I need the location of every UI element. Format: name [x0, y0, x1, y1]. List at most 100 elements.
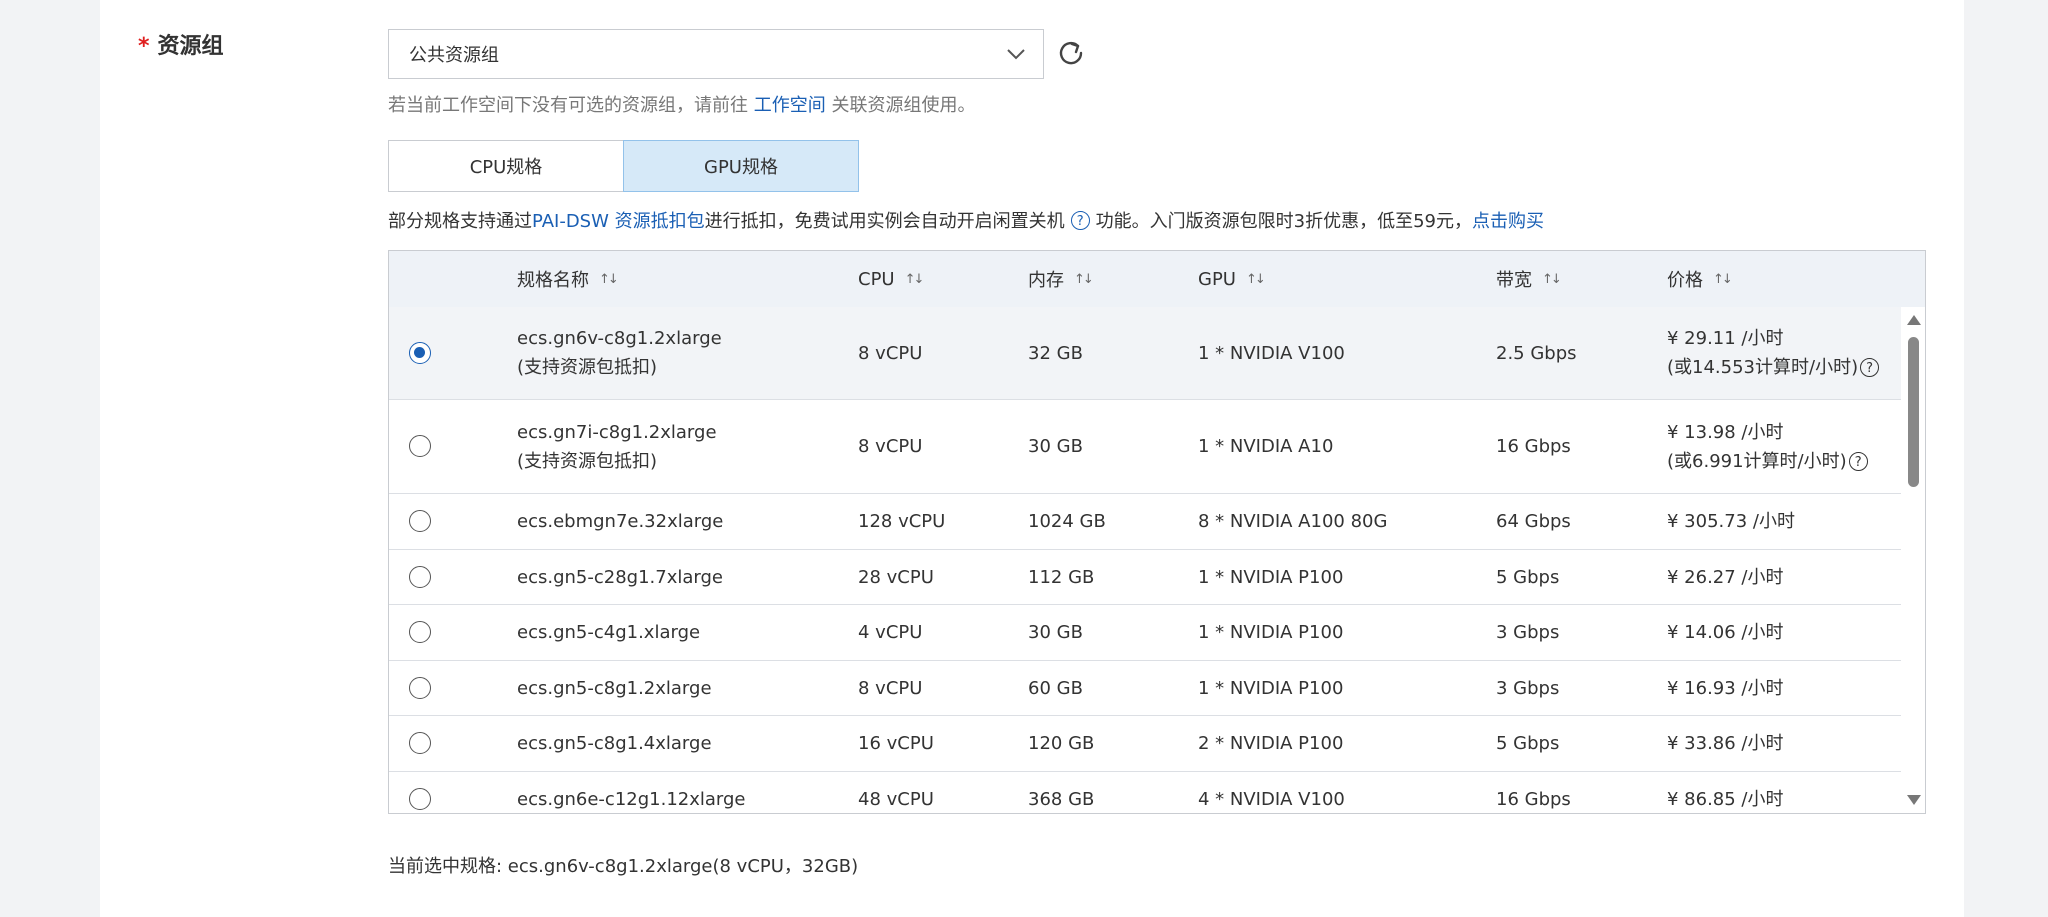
spec-table: 规格名称 ↑↓ CPU ↑↓ 内存 ↑↓ GPU ↑↓ 带宽 ↑↓ 价格 ↑↓ ecs.gn… [388, 250, 1926, 814]
current-selection-text: 当前选中规格: ecs.gn6v-c8g1.2xlarge(8 vCPU，32G… [388, 856, 859, 877]
spec-radio[interactable] [409, 566, 431, 588]
gpu-cell: 1 * NVIDIA P100 [1198, 622, 1344, 643]
table-header: 规格名称 ↑↓ CPU ↑↓ 内存 ↑↓ GPU ↑↓ 带宽 ↑↓ 价格 ↑↓ [389, 251, 1925, 308]
scroll-thumb[interactable] [1908, 337, 1919, 487]
spec-name-cell: ecs.gn7i-c8g1.2xlarge (支持资源包抵扣) [517, 421, 717, 472]
sort-icon[interactable]: ↑↓ [1246, 272, 1266, 287]
memory-cell: 30 GB [1028, 622, 1083, 643]
hint-suffix: 关联资源组使用。 [825, 95, 976, 116]
spec-radio[interactable] [409, 510, 431, 532]
table-row[interactable]: ecs.gn6e-c12g1.12xlarge 48 vCPU 368 GB 4… [389, 772, 1901, 813]
bandwidth-cell: 64 Gbps [1496, 511, 1571, 532]
resource-group-select[interactable]: 公共资源组 [388, 29, 1044, 79]
resource-group-select-value: 公共资源组 [409, 45, 499, 66]
spec-name-cell: ecs.gn5-c28g1.7xlarge [517, 566, 723, 588]
memory-cell: 368 GB [1028, 788, 1095, 810]
workspace-link[interactable]: 工作空间 [754, 95, 826, 116]
bandwidth-cell: 16 Gbps [1496, 788, 1571, 810]
scroll-up-arrow-icon[interactable] [1907, 315, 1921, 325]
column-header-memory[interactable]: 内存 ↑↓ [1028, 251, 1094, 307]
table-row[interactable]: ecs.gn5-c8g1.2xlarge 8 vCPU 60 GB 1 * NV… [389, 661, 1901, 716]
required-mark: * [138, 34, 150, 59]
price-cell: ¥ 33.86 /小时 [1667, 733, 1784, 754]
spec-radio[interactable] [409, 732, 431, 754]
price-cell: ¥ 305.73 /小时 [1667, 511, 1795, 532]
gpu-cell: 1 * NVIDIA P100 [1198, 677, 1344, 699]
price-cell: ¥ 16.93 /小时 [1667, 677, 1784, 699]
price-cell: ¥ 14.06 /小时 [1667, 622, 1784, 643]
table-row[interactable]: ecs.gn6v-c8g1.2xlarge (支持资源包抵扣) 8 vCPU 32… [389, 307, 1901, 400]
gpu-cell: 4 * NVIDIA V100 [1198, 788, 1345, 810]
bandwidth-cell: 16 Gbps [1496, 436, 1571, 457]
memory-cell: 32 GB [1028, 342, 1083, 364]
cpu-cell: 8 vCPU [858, 342, 923, 364]
question-circle-icon[interactable]: ? [1848, 451, 1868, 471]
cpu-cell: 28 vCPU [858, 566, 934, 588]
bandwidth-cell: 2.5 Gbps [1496, 342, 1577, 364]
table-row[interactable]: ecs.gn5-c8g1.4xlarge 16 vCPU 120 GB 2 * … [389, 716, 1901, 772]
spec-name-cell: ecs.gn6v-c8g1.2xlarge (支持资源包抵扣) [517, 328, 722, 378]
price-cell: ¥ 26.27 /小时 [1667, 566, 1784, 588]
price-cell: ¥ 13.98 /小时 (或6.991计算时/小时)? [1667, 400, 1868, 493]
sort-icon[interactable]: ↑↓ [1542, 272, 1562, 287]
sort-icon[interactable]: ↑↓ [1713, 272, 1733, 287]
spec-tabs: CPU规格 GPU规格 [388, 140, 859, 192]
memory-cell: 60 GB [1028, 677, 1083, 699]
table-row[interactable]: ecs.gn5-c4g1.xlarge 4 vCPU 30 GB 1 * NVI… [389, 605, 1901, 661]
spec-radio[interactable] [409, 677, 431, 699]
question-circle-icon[interactable]: ? [1070, 210, 1090, 230]
spec-name-cell: ecs.gn5-c4g1.xlarge [517, 622, 701, 643]
column-header-price[interactable]: 价格 ↑↓ [1667, 251, 1733, 307]
gpu-cell: 1 * NVIDIA A10 [1198, 436, 1334, 457]
cpu-cell: 8 vCPU [858, 436, 923, 457]
column-header-bandwidth[interactable]: 带宽 ↑↓ [1496, 251, 1562, 307]
bandwidth-cell: 5 Gbps [1496, 566, 1560, 588]
table-row[interactable]: ecs.gn5-c28g1.7xlarge 28 vCPU 112 GB 1 *… [389, 550, 1901, 605]
memory-cell: 120 GB [1028, 733, 1095, 754]
bandwidth-cell: 3 Gbps [1496, 622, 1560, 643]
refresh-icon[interactable] [1056, 38, 1086, 68]
spec-name-cell: ecs.ebmgn7e.32xlarge [517, 511, 724, 532]
notice-after-icon: 功能。入门版资源包限时3折优惠，低至59元， [1095, 211, 1472, 232]
resource-group-hint: 若当前工作空间下没有可选的资源组，请前往 工作空间 关联资源组使用。 [388, 91, 975, 117]
cpu-cell: 8 vCPU [858, 677, 923, 699]
table-scrollbar[interactable] [1901, 307, 1925, 813]
column-header-gpu[interactable]: GPU ↑↓ [1198, 251, 1266, 307]
deduction-notice: 部分规格支持通过 PAI-DSW 资源抵扣包 进行抵扣，免费试用实例会自动开启闲… [388, 207, 1544, 233]
spec-name-cell: ecs.gn5-c8g1.4xlarge [517, 733, 712, 754]
table-row[interactable]: ecs.gn7i-c8g1.2xlarge (支持资源包抵扣) 8 vCPU 30… [389, 400, 1901, 494]
scroll-down-arrow-icon[interactable] [1907, 795, 1921, 805]
spec-radio[interactable] [409, 435, 431, 457]
resource-group-label-text: 资源组 [157, 34, 224, 59]
pai-dsw-package-link[interactable]: PAI-DSW 资源抵扣包 [532, 207, 705, 233]
question-circle-icon[interactable]: ? [1860, 358, 1880, 377]
column-header-cpu[interactable]: CPU ↑↓ [858, 251, 925, 307]
chevron-down-icon [1007, 49, 1025, 60]
sort-icon[interactable]: ↑↓ [905, 272, 925, 287]
buy-now-link[interactable]: 点击购买 [1472, 207, 1544, 233]
spec-radio[interactable] [409, 788, 431, 810]
bandwidth-cell: 5 Gbps [1496, 733, 1560, 754]
hint-prefix: 若当前工作空间下没有可选的资源组，请前往 [388, 95, 754, 116]
tab-gpu-spec[interactable]: GPU规格 [623, 140, 859, 192]
notice-middle: 进行抵扣，免费试用实例会自动开启闲置关机 [704, 211, 1065, 232]
spec-name-cell: ecs.gn6e-c12g1.12xlarge [517, 788, 746, 810]
price-cell: ¥ 29.11 /小时 (或14.553计算时/小时)? [1667, 307, 1880, 399]
spec-radio[interactable] [409, 621, 431, 643]
gpu-cell: 1 * NVIDIA V100 [1198, 342, 1345, 364]
gpu-cell: 1 * NVIDIA P100 [1198, 566, 1344, 588]
tab-cpu-spec[interactable]: CPU规格 [388, 140, 624, 192]
sort-icon[interactable]: ↑↓ [1074, 272, 1094, 287]
spec-radio[interactable] [409, 342, 431, 364]
resource-group-label: * 资源组 [138, 28, 224, 60]
sort-icon[interactable]: ↑↓ [599, 272, 619, 287]
memory-cell: 30 GB [1028, 436, 1083, 457]
memory-cell: 112 GB [1028, 566, 1095, 588]
bandwidth-cell: 3 Gbps [1496, 677, 1560, 699]
column-header-name[interactable]: 规格名称 ↑↓ [517, 251, 619, 307]
cpu-cell: 16 vCPU [858, 733, 934, 754]
cpu-cell: 4 vCPU [858, 622, 923, 643]
price-cell: ¥ 86.85 /小时 [1667, 788, 1784, 810]
cpu-cell: 128 vCPU [858, 511, 946, 532]
table-row[interactable]: ecs.ebmgn7e.32xlarge 128 vCPU 1024 GB 8 … [389, 494, 1901, 550]
